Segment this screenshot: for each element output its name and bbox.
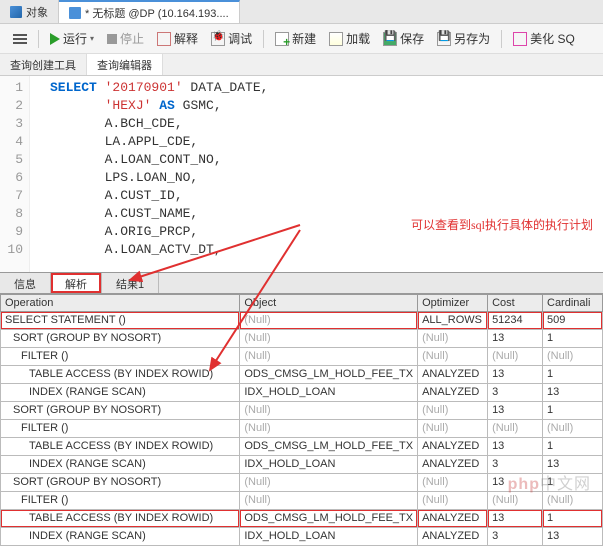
explain-label: 解释 xyxy=(174,30,198,47)
menu-icon xyxy=(13,34,27,44)
save-button[interactable]: 保存 xyxy=(378,28,429,49)
save-label: 保存 xyxy=(400,30,424,47)
separator xyxy=(38,30,39,48)
plan-row[interactable]: SORT (GROUP BY NOSORT)(Null)(Null)131 xyxy=(1,474,603,492)
load-label: 加载 xyxy=(346,30,370,47)
objects-icon xyxy=(10,6,22,18)
tab-objects-label: 对象 xyxy=(26,4,48,20)
debug-icon xyxy=(211,32,225,46)
stop-label: 停止 xyxy=(120,30,144,47)
toolbar: 运行▾ 停止 解释 调试 新建 加载 保存 另存为 美化 SQ xyxy=(0,24,603,54)
plan-row[interactable]: FILTER ()(Null)(Null)(Null)(Null) xyxy=(1,348,603,366)
annotation-text: 可以查看到sql执行具体的执行计划 xyxy=(411,216,593,233)
stop-button[interactable]: 停止 xyxy=(102,28,149,49)
header-optimizer[interactable]: Optimizer xyxy=(418,295,488,312)
saveas-label: 另存为 xyxy=(454,30,490,47)
plan-row[interactable]: TABLE ACCESS (BY INDEX ROWID)ODS_CMSG_LM… xyxy=(1,438,603,456)
run-button[interactable]: 运行▾ xyxy=(45,28,99,49)
beautify-label: 美化 SQ xyxy=(530,30,575,47)
beautify-button[interactable]: 美化 SQ xyxy=(508,28,580,49)
tab-editor[interactable]: 查询编辑器 xyxy=(87,54,163,75)
beautify-icon xyxy=(513,32,527,46)
load-icon xyxy=(329,32,343,46)
saveas-icon xyxy=(437,32,451,46)
separator xyxy=(263,30,264,48)
code-area[interactable]: SELECT '20170901' DATA_DATE, 'HEXJ' AS G… xyxy=(30,76,268,272)
plan-row[interactable]: INDEX (RANGE SCAN)IDX_HOLD_LOANANALYZED3… xyxy=(1,384,603,402)
plan-header-row: Operation Object Optimizer Cost Cardinal… xyxy=(1,295,603,312)
plan-row[interactable]: SORT (GROUP BY NOSORT)(Null)(Null)131 xyxy=(1,330,603,348)
tab-objects[interactable]: 对象 xyxy=(0,0,59,23)
tab-result1[interactable]: 结果1 xyxy=(102,273,159,293)
explain-icon xyxy=(157,32,171,46)
tab-untitled-label: * 无标题 @DP (10.164.193.... xyxy=(85,5,229,21)
plan-row[interactable]: TABLE ACCESS (BY INDEX ROWID)ODS_CMSG_LM… xyxy=(1,366,603,384)
play-icon xyxy=(50,33,60,45)
plan-row[interactable]: INDEX (RANGE SCAN)IDX_HOLD_LOANANALYZED3… xyxy=(1,528,603,546)
tab-untitled[interactable]: * 无标题 @DP (10.164.193.... xyxy=(59,0,240,23)
debug-label: 调试 xyxy=(228,30,252,47)
header-operation[interactable]: Operation xyxy=(1,295,240,312)
menu-button[interactable] xyxy=(8,32,32,46)
plan-row[interactable]: SORT (GROUP BY NOSORT)(Null)(Null)131 xyxy=(1,402,603,420)
header-object[interactable]: Object xyxy=(240,295,418,312)
debug-button[interactable]: 调试 xyxy=(206,28,257,49)
tab-info[interactable]: 信息 xyxy=(0,273,51,293)
load-button[interactable]: 加载 xyxy=(324,28,375,49)
save-icon xyxy=(383,32,397,46)
result-tabs: 信息 解析 结果1 xyxy=(0,272,603,294)
plan-row[interactable]: SELECT STATEMENT ()(Null)ALL_ROWS5123450… xyxy=(1,312,603,330)
run-label: 运行 xyxy=(63,30,87,47)
new-button[interactable]: 新建 xyxy=(270,28,321,49)
tab-builder[interactable]: 查询创建工具 xyxy=(0,54,87,75)
window-tabs: 对象 * 无标题 @DP (10.164.193.... xyxy=(0,0,603,24)
explain-button[interactable]: 解释 xyxy=(152,28,203,49)
stop-icon xyxy=(107,34,117,44)
header-cardinality[interactable]: Cardinali xyxy=(543,295,603,312)
plan-row[interactable]: INDEX (RANGE SCAN)IDX_HOLD_LOANANALYZED3… xyxy=(1,456,603,474)
tab-explain[interactable]: 解析 xyxy=(51,273,102,293)
plan-row[interactable]: FILTER ()(Null)(Null)(Null)(Null) xyxy=(1,420,603,438)
sql-editor[interactable]: 12345678910 SELECT '20170901' DATA_DATE,… xyxy=(0,76,603,272)
plan-row[interactable]: TABLE ACCESS (BY INDEX ROWID)ODS_CMSG_LM… xyxy=(1,510,603,528)
saveas-button[interactable]: 另存为 xyxy=(432,28,495,49)
line-gutter: 12345678910 xyxy=(0,76,30,272)
editor-tabs: 查询创建工具 查询编辑器 xyxy=(0,54,603,76)
explain-plan-table: Operation Object Optimizer Cost Cardinal… xyxy=(0,294,603,546)
separator xyxy=(501,30,502,48)
new-icon xyxy=(275,32,289,46)
sql-icon xyxy=(69,7,81,19)
header-cost[interactable]: Cost xyxy=(488,295,543,312)
new-label: 新建 xyxy=(292,30,316,47)
plan-row[interactable]: FILTER ()(Null)(Null)(Null)(Null) xyxy=(1,492,603,510)
